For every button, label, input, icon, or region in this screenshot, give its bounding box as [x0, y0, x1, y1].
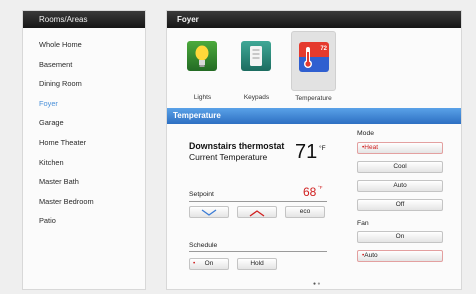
- fan-on-button[interactable]: On: [357, 231, 443, 243]
- setpoint-down-button[interactable]: [189, 206, 229, 218]
- chevron-down-icon: [201, 209, 217, 216]
- room-item-master-bedroom[interactable]: Master Bedroom: [23, 192, 145, 212]
- thermostat-name: Downstairs thermostat: [189, 141, 285, 151]
- keypad-icon: [241, 41, 271, 71]
- current-temperature-value: 71: [295, 141, 318, 163]
- rooms-list: Whole Home Basement Dining Room Foyer Ga…: [23, 28, 145, 231]
- setpoint-label: Setpoint: [189, 191, 214, 198]
- mode-cool-button[interactable]: Cool: [357, 161, 443, 173]
- tile-keypads-label: Keypads: [243, 94, 270, 101]
- room-item-patio[interactable]: Patio: [23, 211, 145, 231]
- room-item-kitchen[interactable]: Kitchen: [23, 153, 145, 173]
- fan-label: Fan: [357, 220, 369, 227]
- selected-dot-icon: •: [193, 260, 196, 267]
- setpoint-divider: [189, 201, 327, 202]
- room-title: Foyer: [167, 11, 461, 28]
- room-item-whole-home[interactable]: Whole Home: [23, 35, 145, 55]
- schedule-hold-button[interactable]: Hold: [237, 258, 277, 270]
- mode-cool-label: Cool: [393, 163, 407, 170]
- temperature-badge: 72: [320, 46, 327, 52]
- room-item-garage[interactable]: Garage: [23, 113, 145, 133]
- page-dot: ●: [317, 281, 321, 287]
- setpoint-up-button[interactable]: [237, 206, 277, 218]
- eco-button-label: eco: [299, 208, 311, 215]
- tile-lights[interactable]: Lights: [180, 31, 225, 101]
- current-temperature-unit: °F: [319, 145, 326, 152]
- rooms-panel: Rooms/Areas Whole Home Basement Dining R…: [22, 10, 146, 290]
- mode-off-label: Off: [395, 201, 405, 208]
- tile-keypads[interactable]: Keypads: [234, 31, 279, 101]
- room-item-master-bath[interactable]: Master Bath: [23, 172, 145, 192]
- room-item-foyer[interactable]: Foyer: [23, 94, 145, 114]
- setpoint-value: 68: [303, 185, 317, 199]
- rooms-panel-header: Rooms/Areas: [23, 11, 145, 28]
- temperature-controls: Downstairs thermostat Current Temperatur…: [167, 124, 463, 291]
- mode-label: Mode: [357, 130, 375, 137]
- setpoint-unit: °F: [318, 185, 323, 190]
- tile-lights-label: Lights: [193, 94, 212, 101]
- fan-auto-button[interactable]: •Auto: [357, 250, 443, 262]
- tile-temperature[interactable]: 72 Temperature: [291, 31, 336, 102]
- schedule-on-button[interactable]: • On: [189, 258, 229, 270]
- eco-button[interactable]: eco: [285, 206, 325, 218]
- fan-on-label: On: [395, 233, 405, 240]
- schedule-label: Schedule: [189, 242, 218, 249]
- page-dot-active: ●: [313, 281, 317, 287]
- room-item-home-theater[interactable]: Home Theater: [23, 133, 145, 153]
- mode-heat-label: •Heat: [362, 144, 379, 151]
- page-indicator[interactable]: ● ●: [313, 281, 320, 287]
- fan-auto-label: •Auto: [362, 252, 378, 259]
- schedule-hold-label: Hold: [250, 260, 264, 267]
- mode-off-button[interactable]: Off: [357, 199, 443, 211]
- tile-temperature-label: Temperature: [295, 95, 332, 102]
- current-temperature-label: Current Temperature: [189, 152, 268, 162]
- schedule-divider: [189, 251, 327, 252]
- room-item-basement[interactable]: Basement: [23, 55, 145, 75]
- device-tiles: Lights Keypads 72 Temperature: [167, 28, 461, 108]
- chevron-up-icon: [249, 210, 265, 217]
- mode-heat-button[interactable]: •Heat: [357, 142, 443, 154]
- mode-auto-button[interactable]: Auto: [357, 180, 443, 192]
- temperature-section-title: Temperature: [167, 108, 461, 124]
- mode-auto-label: Auto: [393, 182, 407, 189]
- room-detail-panel: Foyer Lights Keypads 72 Temperature Temp…: [166, 10, 462, 290]
- schedule-on-label: On: [204, 260, 214, 267]
- room-item-dining-room[interactable]: Dining Room: [23, 74, 145, 94]
- light-bulb-icon: [187, 41, 217, 71]
- thermometer-icon: 72: [299, 42, 329, 72]
